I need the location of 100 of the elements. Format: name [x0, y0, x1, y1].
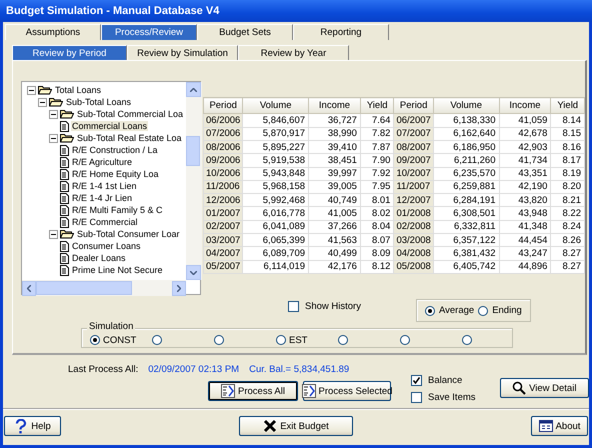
tree-item[interactable]: Total Loans: [54, 85, 102, 95]
table-cell: 42,190: [499, 180, 551, 194]
table-cell: 06/2007: [394, 114, 434, 128]
tab[interactable]: Assumptions: [5, 24, 101, 40]
table-cell: 03/2008: [394, 234, 434, 247]
tree-item[interactable]: R/E Multi Family 5 & C: [71, 205, 164, 215]
table-cell: 5,846,607: [242, 114, 309, 128]
column-header[interactable]: Yield: [360, 98, 394, 114]
table-cell: 36,727: [308, 114, 360, 128]
group-title: Simulation: [87, 322, 136, 332]
table-cell: 43,247: [499, 246, 551, 260]
table-cell: 04/2007: [204, 246, 243, 260]
tab[interactable]: Reporting: [293, 24, 389, 40]
table-cell: 6,211,260: [433, 154, 499, 168]
tab[interactable]: Budget Sets: [197, 24, 293, 40]
help-button[interactable]: Help: [4, 416, 61, 436]
tab[interactable]: Process/Review: [101, 24, 197, 40]
table-cell: 11/2006: [204, 180, 243, 194]
table-cell: 8.27: [550, 260, 584, 274]
table-cell: 6,308,501: [433, 206, 499, 220]
table-cell: 39,997: [308, 167, 360, 180]
checkbox-label: Show History: [305, 301, 361, 312]
table-cell: 6,138,330: [433, 114, 499, 128]
tree-item[interactable]: R/E Construction / La: [71, 145, 159, 155]
table-cell: 10/2007: [394, 167, 434, 180]
table-cell: 6,284,191: [433, 194, 499, 207]
tree-item[interactable]: Dealer Loans: [71, 253, 127, 263]
column-header[interactable]: Period: [394, 98, 434, 114]
table-cell: 38,451: [308, 154, 360, 168]
tree-item[interactable]: R/E Home Equity Loa: [71, 169, 160, 179]
table-cell: 8.20: [550, 180, 584, 194]
tree-item[interactable]: Sub-Total Commercial Loa: [76, 109, 184, 119]
table-cell: 5,870,917: [242, 127, 309, 140]
column-header[interactable]: Income: [308, 98, 360, 114]
table-cell: 6,332,811: [433, 220, 499, 234]
table-cell: 6,186,950: [433, 140, 499, 154]
column-header[interactable]: Volume: [242, 98, 309, 114]
table-cell: 8.17: [550, 154, 584, 168]
view-detail-button[interactable]: View Detail: [500, 378, 589, 398]
table-cell: 12/2006: [204, 194, 243, 207]
table-cell: 8.14: [550, 114, 584, 128]
tree-item[interactable]: R/E 1-4 Jr Lien: [71, 193, 134, 203]
window-title: Budget Simulation - Manual Database V4: [6, 5, 220, 17]
table-cell: 8.24: [550, 220, 584, 234]
tree-item[interactable]: Prime Line Not Secure: [71, 265, 164, 275]
table-cell: 06/2006: [204, 114, 243, 128]
table-cell: 39,410: [308, 140, 360, 154]
table-cell: 01/2007: [204, 206, 243, 220]
table-cell: 8.22: [550, 206, 584, 220]
tree-item[interactable]: Sub-Total Loans: [65, 97, 132, 107]
table-cell: 09/2006: [204, 154, 243, 168]
radio-label: EST: [289, 334, 308, 346]
table-cell: 8.27: [550, 246, 584, 260]
table-cell: 12/2007: [394, 194, 434, 207]
table-cell: 07/2006: [204, 127, 243, 140]
table-cell: 8.26: [550, 234, 584, 247]
tree-item[interactable]: Commercial Loans: [71, 121, 148, 131]
table-cell: 6,405,742: [433, 260, 499, 274]
tree-item[interactable]: R/E 1-4 1st Lien: [71, 181, 138, 191]
column-header[interactable]: Income: [499, 98, 551, 114]
table-cell: 43,351: [499, 167, 551, 180]
table-cell: 43,820: [499, 194, 551, 207]
table-cell: 8.15: [550, 127, 584, 140]
process-button[interactable]: Process All: [208, 381, 298, 401]
table-cell: 40,749: [308, 194, 360, 207]
exit-button[interactable]: Exit Budget: [239, 416, 353, 436]
radio-label: CONST: [103, 334, 136, 346]
table-cell: 02/2007: [204, 220, 243, 234]
table-cell: 8.16: [550, 140, 584, 154]
process-date: 02/09/2007 02:13 PM: [148, 364, 240, 375]
table-cell: 6,357,122: [433, 234, 499, 247]
checkbox-label: Balance: [428, 375, 462, 386]
tree-item[interactable]: Consumer Loans: [71, 241, 142, 251]
checkbox-label: Save Items: [428, 392, 476, 403]
tree-item[interactable]: Sub-Total Consumer Loar: [76, 229, 181, 239]
table-cell: 42,176: [308, 260, 360, 274]
table-cell: 40,499: [308, 246, 360, 260]
subtab[interactable]: Review by Period: [12, 45, 127, 60]
tree-item[interactable]: R/E Agriculture: [71, 157, 134, 167]
current-balance: Cur. Bal.= 5,834,451.89: [249, 364, 350, 375]
table-cell: 38,990: [308, 127, 360, 140]
table-cell: 05/2007: [204, 260, 243, 274]
table-cell: 5,895,227: [242, 140, 309, 154]
column-header[interactable]: Yield: [550, 98, 584, 114]
table-cell: 04/2008: [394, 246, 434, 260]
table-cell: 5,919,538: [242, 154, 309, 168]
about-button[interactable]: About: [531, 416, 588, 436]
table-cell: 8.19: [550, 167, 584, 180]
table-cell: 6,259,881: [433, 180, 499, 194]
table-cell: 41,348: [499, 220, 551, 234]
subtab[interactable]: Review by Year: [238, 45, 349, 60]
table-cell: 08/2006: [204, 140, 243, 154]
subtab[interactable]: Review by Simulation: [127, 45, 238, 60]
tree-item[interactable]: Sub-Total Real Estate Loa: [76, 133, 183, 143]
tree-item[interactable]: R/E Commercial: [71, 217, 139, 227]
table-cell: 03/2007: [204, 234, 243, 247]
table-cell: 09/2007: [394, 154, 434, 168]
column-header[interactable]: Period: [204, 98, 243, 114]
column-header[interactable]: Volume: [433, 98, 499, 114]
table-cell: 6,162,640: [433, 127, 499, 140]
